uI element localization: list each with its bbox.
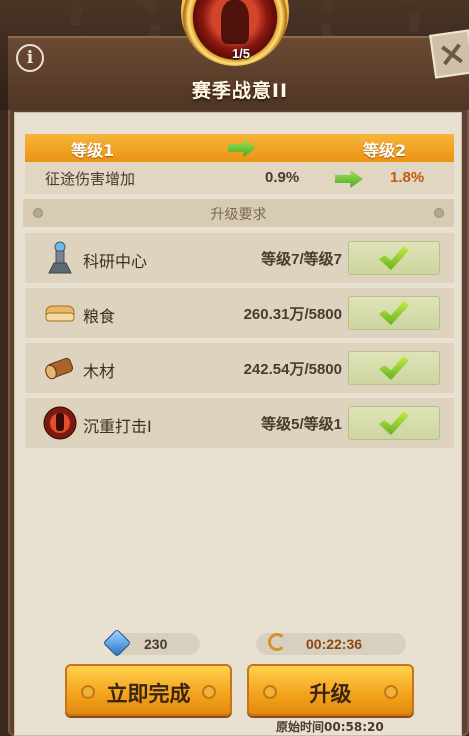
upgrade-button[interactable]: 升级 bbox=[247, 664, 414, 716]
stat-current-value: 0.9% bbox=[265, 169, 300, 186]
warrior-figure-icon bbox=[221, 0, 249, 44]
heavy-strike-icon bbox=[43, 406, 77, 440]
timer-value: 00:22:36 bbox=[306, 636, 363, 652]
next-level-label: 等级2 bbox=[363, 141, 407, 160]
requirements-header: 升级要求 bbox=[23, 199, 454, 227]
close-button[interactable]: × bbox=[429, 29, 469, 79]
requirement-row: 木材 242.54万/5800 bbox=[25, 343, 454, 393]
requirement-row: 沉重打击I 等级5/等级1 bbox=[25, 398, 454, 448]
requirement-value: 260.31万/5800 bbox=[243, 306, 342, 323]
stat-next-value: 1.8% bbox=[390, 169, 425, 186]
info-icon[interactable]: i bbox=[16, 44, 44, 72]
checkmark-icon bbox=[379, 246, 409, 270]
stat-name: 征途伤害增加 bbox=[45, 170, 136, 188]
clock-icon bbox=[268, 633, 286, 651]
requirements-title: 升级要求 bbox=[210, 207, 267, 223]
checkmark-icon bbox=[379, 411, 409, 435]
requirement-name: 粮食 bbox=[83, 307, 116, 326]
requirement-met-badge bbox=[348, 241, 440, 275]
requirement-met-badge bbox=[348, 406, 440, 440]
requirement-value: 等级5/等级1 bbox=[261, 416, 342, 433]
wood-log-icon bbox=[45, 357, 74, 380]
arrow-right-icon bbox=[335, 170, 363, 188]
close-icon: × bbox=[435, 32, 469, 76]
requirement-row: 粮食 260.31万/5800 bbox=[25, 288, 454, 338]
requirement-name: 科研中心 bbox=[83, 252, 148, 271]
requirement-met-badge bbox=[348, 296, 440, 330]
bolt-icon bbox=[202, 685, 216, 699]
bolt-icon bbox=[384, 685, 398, 699]
requirement-met-badge bbox=[348, 351, 440, 385]
current-level-label: 等级1 bbox=[71, 141, 115, 160]
page-title: 赛季战意II bbox=[191, 80, 289, 102]
arrow-right-icon bbox=[228, 139, 256, 157]
bolt-icon bbox=[434, 208, 444, 218]
checkmark-icon bbox=[379, 301, 409, 325]
requirement-row: 科研中心 等级7/等级7 bbox=[25, 233, 454, 283]
research-tower-icon bbox=[48, 241, 72, 274]
requirement-value: 等级7/等级7 bbox=[261, 251, 342, 268]
instant-complete-button[interactable]: 立即完成 bbox=[65, 664, 232, 716]
checkmark-icon bbox=[379, 356, 409, 380]
original-time: 原始时间00:58:20 bbox=[276, 720, 384, 734]
gem-cost: 230 bbox=[144, 636, 168, 652]
bread-icon bbox=[45, 305, 75, 322]
level-compare-row: 等级1 等级2 bbox=[25, 134, 454, 162]
level-progress: 1/5 bbox=[231, 46, 251, 61]
stat-row: 征途伤害增加 0.9% 1.8% bbox=[25, 162, 454, 194]
requirement-name: 沉重打击I bbox=[83, 417, 152, 436]
requirement-name: 木材 bbox=[83, 362, 116, 381]
requirement-value: 242.54万/5800 bbox=[243, 361, 342, 378]
